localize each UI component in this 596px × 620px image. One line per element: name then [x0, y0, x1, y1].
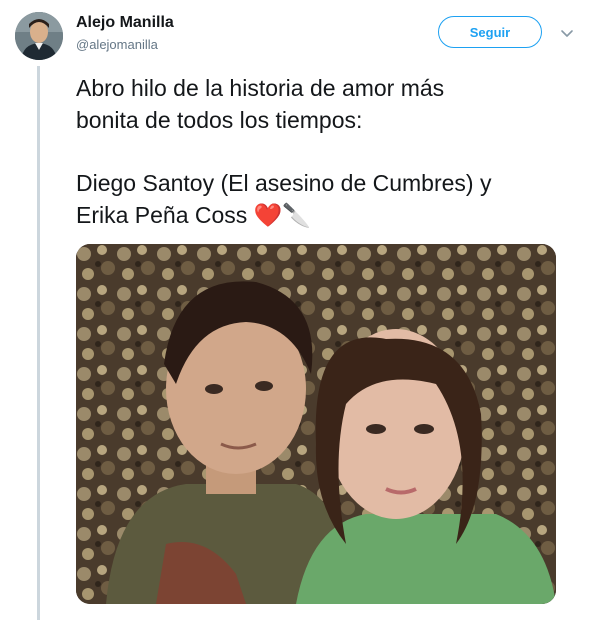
- tweet-line: Abro hilo de la historia de amor más: [76, 75, 445, 101]
- chevron-down-icon[interactable]: [558, 24, 576, 42]
- tweet-line: Diego Santoy (El asesino de Cumbres) y: [76, 170, 492, 196]
- tweet-line-with-emoji: Erika Peña Coss ❤️🔪: [76, 199, 576, 231]
- tweet-line: bonita de todos los tiempos:: [76, 107, 363, 133]
- tweet-photo[interactable]: [76, 244, 556, 604]
- tweet-line: Erika Peña Coss: [76, 202, 248, 228]
- red-heart-emoji: ❤️: [253, 202, 283, 228]
- user-name[interactable]: Alejo Manilla: [76, 14, 174, 32]
- knife-emoji: 🔪: [282, 202, 311, 228]
- user-handle[interactable]: @alejomanilla: [76, 37, 158, 52]
- follow-button[interactable]: Seguir: [438, 16, 542, 48]
- avatar[interactable]: [15, 12, 63, 60]
- tweet-text: Abro hilo de la historia de amor más bon…: [76, 72, 576, 231]
- thread-line: [37, 66, 40, 620]
